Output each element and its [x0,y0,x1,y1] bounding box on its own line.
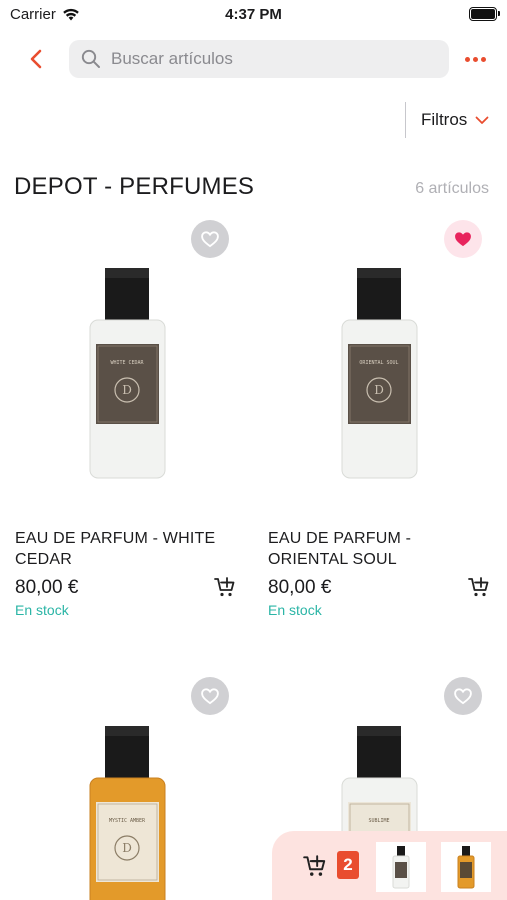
divider [405,102,406,138]
mini-cart[interactable]: 2 [272,831,507,900]
heart-filled-icon [453,229,473,249]
product-name-line: ORIENTAL SOUL [268,551,397,568]
svg-text:D: D [122,841,132,855]
product-name-line: EAU DE PARFUM - WHITE [15,530,216,547]
product-name-line: EAU DE PARFUM - [268,530,412,547]
filters-button[interactable]: Filtros [421,110,489,130]
favorite-button[interactable] [191,677,229,715]
favorite-button[interactable] [191,220,229,258]
chevron-down-icon [475,116,489,124]
search-input[interactable] [109,48,413,70]
svg-text:D: D [374,383,384,397]
stock-status: En stock [268,602,322,618]
dot [464,56,470,62]
product-price: 80,00 € [15,577,79,598]
product-thumbnail-image [392,846,410,889]
search-icon [81,49,100,68]
svg-text:D: D [122,383,132,397]
bottle-label: WHITE CEDAR [110,360,144,366]
product-image: D MYSTIC AMBER [89,726,166,900]
cart-count-badge: 2 [337,851,359,879]
favorite-button[interactable] [444,677,482,715]
cart-item-thumbnail[interactable] [376,842,426,892]
status-bar: Carrier 4:37 PM [0,0,507,28]
stock-status: En stock [15,602,69,618]
product-thumbnail-image [457,846,475,889]
item-count: 6 artículos [415,180,489,197]
product-image: D WHITE CEDAR [89,268,166,479]
dot [480,56,486,62]
filters-label: Filtros [421,110,468,129]
cart-icon [302,853,328,879]
filter-bar: Filtros [387,102,507,138]
heart-outline-icon [200,229,220,249]
product-price: 80,00 € [268,577,332,598]
bottle-label: ORIENTAL SOUL [359,360,398,366]
clock: 4:37 PM [225,6,282,23]
add-to-cart-icon[interactable] [467,575,491,599]
bottle-label: SUBLIME [368,818,389,824]
more-options-button[interactable] [461,48,489,70]
bottle-label: MYSTIC AMBER [109,818,146,824]
page-title: DEPOT - PERFUMES [14,173,255,200]
nav-bar [0,40,507,80]
add-to-cart-icon[interactable] [213,575,237,599]
product-image: D ORIENTAL SOUL [341,268,418,479]
favorite-button[interactable] [444,220,482,258]
heart-outline-icon [200,686,220,706]
battery-icon [469,7,500,21]
back-chevron-icon[interactable] [24,46,50,72]
product-name[interactable]: EAU DE PARFUM - WHITE CEDAR [15,528,235,570]
search-bar[interactable] [69,40,449,78]
dot [472,56,478,62]
cart-item-thumbnail[interactable] [441,842,491,892]
product-name[interactable]: EAU DE PARFUM - ORIENTAL SOUL [268,528,488,570]
product-name-line: CEDAR [15,551,73,568]
heart-outline-icon [453,686,473,706]
